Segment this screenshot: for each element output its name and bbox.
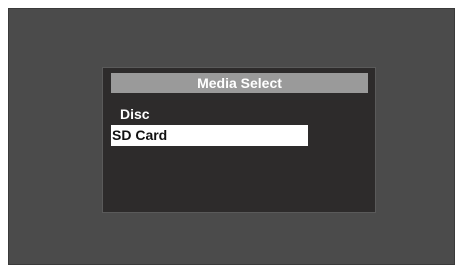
dialog-title: Media Select — [111, 73, 368, 93]
media-select-dialog: Media Select Disc SD Card — [102, 67, 376, 213]
menu-item-sd-card[interactable]: SD Card — [111, 125, 308, 146]
media-menu: Disc SD Card — [111, 104, 368, 146]
menu-item-disc[interactable]: Disc — [111, 104, 368, 125]
